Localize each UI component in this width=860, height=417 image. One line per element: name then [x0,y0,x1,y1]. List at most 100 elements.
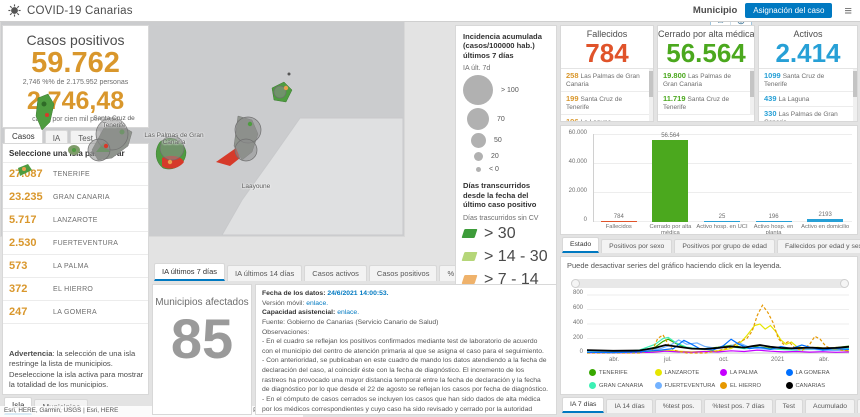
line-plot-area [561,293,857,359]
estado-bar-chart-panel: 60.000 40.000 20.000 0 784Fallecidos56.5… [560,125,858,235]
capacidad-link[interactable]: enlace. [337,309,359,316]
legend-circle-70 [467,108,489,130]
line-xtick: 2021 [771,357,784,363]
municipio-label: Municipio [693,5,737,16]
legend-ia-title: Incidencia acumulada (casos/100000 hab.)… [463,32,549,60]
island-row-la-palma[interactable]: 573 LA PALMA [3,254,148,277]
cerrado-row: 11.719Santa Cruz de Tenerife [658,92,754,115]
fallecidos-row: 196La Laguna [561,115,653,122]
fecha-value: 24/6/2021 14:00:53. [327,290,388,297]
activos-value: 2.414 [759,39,857,68]
scrollbar[interactable] [750,69,754,116]
ia-line-chart-panel: Puede desactivar series del gráfico haci… [560,256,858,395]
fecha-label: Fecha de los datos: [262,290,325,297]
series-line-el-hierro [587,305,849,353]
activos-row: 330Las Palmas de Gran Canaria [759,107,857,122]
legend-item-gran-canaria[interactable]: GRAN CANARIA [589,380,655,391]
scrollbar[interactable] [853,69,857,122]
bar-ytick: 40.000 [561,159,587,165]
map-canvas [0,0,403,235]
bar-columns: 784Fallecidos56.564Cerrado por alta médi… [593,134,851,235]
legend-swatch-14-30 [462,252,478,261]
version-movil-link[interactable]: enlace. [306,300,328,307]
tab-ia-14-dias[interactable]: IA últimos 14 días [227,265,302,281]
capacidad-label: Capacidad asistencial: [262,309,335,316]
cerrado-panel: Cerrado por alta médica 56.564 19.800Las… [657,25,755,122]
bar-column: 784Fallecidos [593,134,645,235]
obs-bullet-2: - Con anterioridad, se publicaban en est… [262,356,550,395]
fallecidos-row: 258Las Palmas de Gran Canaria [561,69,653,92]
tab-estado[interactable]: Estado [562,237,599,253]
virus-icon [8,4,21,17]
municipios-value: 85 [153,308,251,370]
slider-handle-right[interactable] [840,279,849,288]
fuente-line: Fuente: Gobierno de Canarias (Servicio C… [262,318,550,328]
tab-fallecidos-edad-sexo[interactable]: Fallecidos por edad y sexo [777,239,860,253]
cerrado-value: 56.564 [658,39,754,68]
bar-column: 25Activo hosp. en UCI [696,134,748,235]
legend-days-title: Días transcurridos desde la fecha del úl… [463,181,549,209]
line-xtick: abr. [819,357,829,363]
municipios-afectados-panel: Municipios afectados 85 [152,284,252,415]
island-row-el-hierro[interactable]: 372 EL HIERRO [3,277,148,300]
legend-item-tenerife[interactable]: TENERIFE [589,367,655,378]
line-xtick: jul. [664,357,672,363]
island-warning: Advertencia: la selección de una isla re… [9,349,144,390]
activos-row: 1099Santa Cruz de Tenerife [759,69,857,92]
app-header: COVID-19 Canarias Municipio Asignación d… [0,0,860,22]
bar-ytick: 0 [561,217,587,223]
observaciones-panel: Fecha de los datos: 24/6/2021 14:00:53. … [255,284,557,415]
tab-positivos-edad[interactable]: Positivos por grupo de edad [674,239,775,253]
line-xtick: abr. [609,357,619,363]
fallecidos-panel: Fallecidos 784 258Las Palmas de Gran Can… [560,25,654,122]
obs-bullet-3: - En el cómputo de casos cerrados se inc… [262,395,550,415]
legend-circle-50 [471,133,486,148]
legend-swatch-7-14 [462,275,478,284]
legend-item-fuerteventura[interactable]: FUERTEVENTURA [655,380,721,391]
bar-column: 196Activo hosp. en planta [748,134,800,235]
version-label: Versión móvil: [262,300,304,307]
scrollbar[interactable] [649,69,653,122]
legend-item-la-palma[interactable]: LA PALMA [720,367,786,378]
tab-test[interactable]: Test [775,399,803,413]
legend-item-el-hierro[interactable]: EL HIERRO [720,380,786,391]
legend-item-lanzarote[interactable]: LANZAROTE [655,367,721,378]
legend-item-la-gomera[interactable]: LA GOMERA [786,367,852,378]
activos-row: 439La Laguna [759,92,857,107]
legend-circle-0 [476,167,481,172]
tab-casos-activos[interactable]: Casos activos [304,265,367,281]
tab-positivos-sexo[interactable]: Positivos por sexo [601,239,672,253]
tab-ia-14dias[interactable]: IA 14 días [606,399,652,413]
map[interactable]: Santa Cruz de Tenerife Las Palmas de Gra… [0,0,405,237]
tab-ia-7-dias[interactable]: IA últimos 7 días [154,263,225,281]
tab-ia-7dias[interactable]: IA 7 días [562,397,604,413]
tab-acumulado[interactable]: Acumulado [805,399,855,413]
legend-hint-text: Puede desactivar series del gráfico haci… [561,257,857,270]
series-legend: TENERIFE GRAN CANARIA LANZAROTE FUERTEVE… [589,367,851,391]
slider-handle-left[interactable] [571,279,580,288]
menu-icon[interactable]: ≡ [844,4,852,17]
bar-column: 56.564Cerrado por alta médica [645,134,697,235]
legend-item-canarias[interactable]: CANARIAS [786,380,852,391]
time-range-slider[interactable] [571,279,849,288]
line-xtick: oct. [719,357,729,363]
legend-swatch-gt30 [462,229,478,238]
tab-test-pos-7dias[interactable]: %test pos. 7 días [704,399,772,413]
legend-circle-100 [463,75,493,105]
island-row-la-gomera[interactable]: 247 LA GOMERA [3,300,148,324]
legend-ia-subtitle: IA últ. 7d [463,65,549,72]
bar-ytick: 20.000 [561,188,587,194]
bar-ytick: 60.000 [561,130,587,136]
legend-days-subtitle: Días trascurridos sin CV [463,215,549,222]
bar-column: 2193Activo en domicilio [799,134,851,235]
legend-circle-20 [474,152,483,161]
app-title: COVID-19 Canarias [27,5,133,17]
asignacion-del-caso-button[interactable]: Asignación del caso [745,3,832,18]
cerrado-row: 19.800Las Palmas de Gran Canaria [658,69,754,92]
tab-test-pos[interactable]: %test pos. [655,399,703,413]
fallecidos-value: 784 [561,39,653,68]
activos-panel: Activos 2.414 1099Santa Cruz de Tenerife… [758,25,858,122]
map-legend-panel: Incidencia acumulada (casos/100000 hab.)… [455,25,557,285]
fallecidos-row: 199Santa Cruz de Tenerife [561,92,653,115]
tab-casos-positivos[interactable]: Casos positivos [369,265,438,281]
